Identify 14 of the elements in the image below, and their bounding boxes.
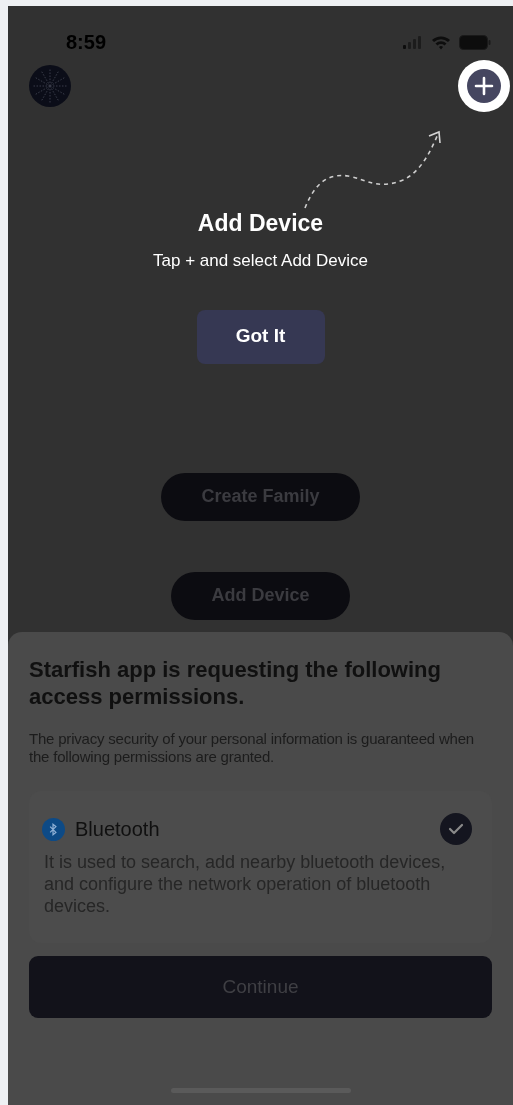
signal-icon: [403, 35, 423, 49]
battery-icon: [459, 34, 491, 50]
permission-checkbox[interactable]: [440, 813, 472, 845]
permission-name: Bluetooth: [75, 817, 161, 842]
bluetooth-icon: [42, 817, 65, 841]
check-icon: [448, 823, 464, 835]
coach-hint: Tap + and select Add Device: [153, 250, 368, 272]
coach-title: Add Device: [197, 209, 324, 238]
wifi-icon: [431, 34, 451, 50]
starburst-logo-icon: [29, 65, 71, 107]
got-it-button[interactable]: Got It: [196, 309, 325, 364]
sheet-title: Starfish app is requesting the following access permissions.: [29, 656, 442, 710]
plus-icon: [467, 69, 501, 103]
add-button[interactable]: [458, 60, 510, 112]
